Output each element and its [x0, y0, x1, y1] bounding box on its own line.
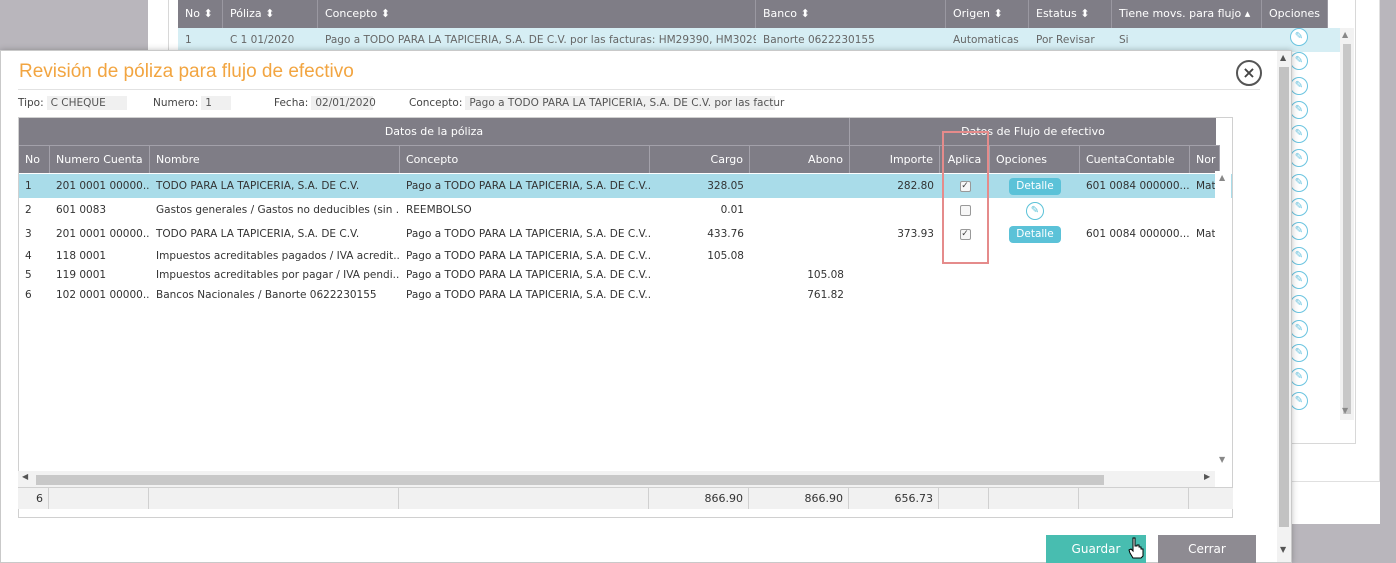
detalle-button[interactable]: Detalle: [1009, 226, 1061, 243]
pencil-icon[interactable]: ✎: [1290, 100, 1308, 119]
background-grid-header: No ⬍ Póliza ⬍ Concepto ⬍ Banco ⬍ Origen …: [178, 0, 1328, 28]
col-nombre-flujo[interactable]: Nor: [1190, 146, 1220, 173]
table-vertical-scrollbar[interactable]: ▲ ▼: [1215, 171, 1231, 468]
scroll-left-arrow-icon[interactable]: ◀: [22, 472, 28, 481]
pencil-icon[interactable]: ✎: [1290, 392, 1308, 411]
scroll-right-arrow-icon[interactable]: ▶: [1204, 472, 1210, 481]
pencil-icon[interactable]: ✎: [1290, 270, 1308, 289]
bg-vertical-scrollbar[interactable]: ▲ ▼: [1340, 28, 1354, 420]
bg-col-poliza[interactable]: Póliza ⬍: [223, 0, 318, 28]
poliza-movements-table: Datos de la póliza Datos de Flujo de efe…: [18, 117, 1233, 518]
concepto-field: Concepto: Pago a TODO PARA LA TAPICERIA, …: [409, 96, 785, 110]
aplica-highlight-box: [942, 131, 989, 264]
pencil-icon[interactable]: ✎: [1290, 198, 1308, 217]
pencil-icon[interactable]: ✎: [1290, 368, 1308, 387]
poliza-review-modal: Revisión de póliza para flujo de efectiv…: [0, 50, 1292, 563]
right-backdrop: [1380, 0, 1396, 524]
bg-table-row[interactable]: 1 C 1 01/2020 Pago a TODO PARA LA TAPICE…: [178, 28, 1340, 52]
bg-col-banco[interactable]: Banco ⬍: [756, 0, 946, 28]
bg-col-origen[interactable]: Origen ⬍: [946, 0, 1029, 28]
table-row[interactable]: 1 201 0001 00000... TODO PARA LA TAPICER…: [19, 174, 1232, 198]
pencil-icon[interactable]: ✎: [1290, 222, 1308, 241]
scroll-up-arrow-icon[interactable]: ▲: [1280, 53, 1286, 62]
col-numero-cuenta[interactable]: Numero Cuenta: [50, 146, 150, 173]
bg-col-opciones: Opciones: [1262, 0, 1328, 28]
pencil-icon[interactable]: ✎: [1290, 125, 1308, 144]
pencil-icon[interactable]: ✎: [1026, 202, 1044, 220]
bg-col-movs[interactable]: Tiene movs. para flujo ▴: [1112, 0, 1262, 28]
fecha-field: Fecha: 02/01/2020: [274, 96, 376, 110]
modal-title: Revisión de póliza para flujo de efectiv…: [19, 61, 354, 82]
table-row[interactable]: 5 119 0001 Impuestos acreditables por pa…: [19, 266, 1232, 285]
pencil-icon[interactable]: ✎: [1290, 149, 1308, 168]
col-opciones[interactable]: Opciones: [990, 146, 1080, 173]
col-cargo[interactable]: Cargo: [650, 146, 750, 173]
scroll-down-arrow-icon[interactable]: ▼: [1280, 545, 1286, 554]
footer-cargo-total: 866.90: [649, 488, 749, 509]
pencil-icon[interactable]: ✎: [1290, 173, 1308, 192]
pencil-icon[interactable]: ✎: [1290, 76, 1308, 95]
scrollbar-thumb[interactable]: [36, 475, 1104, 485]
hand-cursor-icon: [1128, 537, 1144, 559]
scroll-up-arrow-icon[interactable]: ▲: [1342, 30, 1348, 39]
group-header-flujo: Datos de Flujo de efectivo: [850, 118, 1216, 145]
scroll-up-arrow-icon[interactable]: ▲: [1219, 173, 1225, 182]
table-row[interactable]: 4 118 0001 Impuestos acreditables pagado…: [19, 246, 1232, 266]
scrollbar-thumb[interactable]: [1279, 67, 1289, 527]
numero-field: Numero: 1: [153, 96, 232, 110]
pencil-icon[interactable]: ✎: [1290, 246, 1308, 265]
col-no[interactable]: No: [19, 146, 50, 173]
footer-importe-total: 656.73: [849, 488, 939, 509]
title-divider: [18, 89, 1260, 90]
table-row[interactable]: 6 102 0001 00000... Bancos Nacionales / …: [19, 285, 1232, 305]
col-concepto[interactable]: Concepto: [400, 146, 650, 173]
detalle-button[interactable]: Detalle: [1009, 178, 1061, 195]
bg-edit-icons: ✎ ✎ ✎ ✎ ✎ ✎ ✎ ✎ ✎ ✎ ✎ ✎ ✎ ✎ ✎ ✎: [1290, 28, 1312, 417]
col-nombre[interactable]: Nombre: [150, 146, 400, 173]
column-headers: No Numero Cuenta Nombre Concepto Cargo A…: [19, 145, 1220, 173]
scroll-down-arrow-icon[interactable]: ▼: [1342, 406, 1348, 415]
close-icon[interactable]: ×: [1236, 60, 1262, 86]
pencil-icon[interactable]: ✎: [1290, 52, 1308, 71]
bg-col-estatus[interactable]: Estatus ⬍: [1029, 0, 1112, 28]
footer-abono-total: 866.90: [749, 488, 849, 509]
table-footer-totals: 6 866.90 866.90 656.73: [18, 487, 1233, 509]
pencil-icon[interactable]: ✎: [1290, 343, 1308, 362]
pencil-icon[interactable]: ✎: [1290, 28, 1308, 46]
bg-col-concepto[interactable]: Concepto ⬍: [318, 0, 756, 28]
modal-vertical-scrollbar[interactable]: ▲ ▼: [1277, 51, 1291, 562]
pencil-icon[interactable]: ✎: [1290, 319, 1308, 338]
group-header-poliza: Datos de la póliza: [19, 118, 850, 145]
scroll-down-arrow-icon[interactable]: ▼: [1219, 455, 1225, 464]
bottom-right-backdrop: [1292, 524, 1396, 563]
scrollbar-thumb[interactable]: [1343, 44, 1351, 414]
tipo-field: Tipo: C CHEQUE: [18, 96, 127, 110]
table-row[interactable]: 2 601 0083 Gastos generales / Gastos no …: [19, 198, 1232, 222]
table-row[interactable]: 3 201 0001 00000... TODO PARA LA TAPICER…: [19, 222, 1232, 246]
pencil-icon[interactable]: ✎: [1290, 295, 1308, 314]
col-importe[interactable]: Importe: [850, 146, 940, 173]
footer-count: 6: [18, 488, 49, 509]
col-cuenta-contable[interactable]: CuentaContable: [1080, 146, 1190, 173]
col-abono[interactable]: Abono: [750, 146, 850, 173]
bg-col-no[interactable]: No ⬍: [178, 0, 223, 28]
table-horizontal-scrollbar[interactable]: ◀ ▶: [18, 471, 1215, 487]
cerrar-button[interactable]: Cerrar: [1158, 535, 1256, 563]
